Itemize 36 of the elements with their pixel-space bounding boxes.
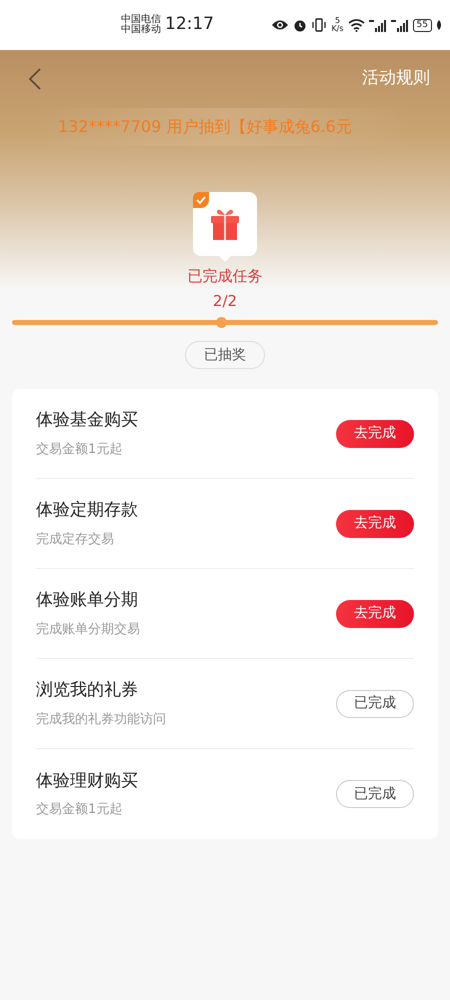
- gift-icon: [209, 207, 241, 241]
- eye-icon: [271, 19, 290, 31]
- go-complete-button[interactable]: 去完成: [336, 510, 414, 538]
- task-subtitle: 完成账单分期交易: [36, 620, 140, 638]
- check-icon: [196, 196, 206, 204]
- battery-indicator: 55: [412, 18, 432, 32]
- back-icon[interactable]: [28, 68, 42, 90]
- rules-link[interactable]: 活动规则: [362, 66, 430, 92]
- speed-unit: K/s: [331, 25, 344, 33]
- winner-ticker: 132****7709 用户抽到【好事成兔6.6元: [58, 116, 352, 138]
- progress-count: 2/2: [212, 290, 238, 312]
- speed-value: 5: [334, 17, 340, 25]
- carrier-label: 中国移动: [121, 25, 161, 35]
- task-title: 浏览我的礼券: [36, 679, 139, 702]
- alarm-icon: [293, 18, 308, 32]
- signal-icon: [390, 18, 409, 32]
- wifi-icon: [348, 18, 365, 32]
- signal-icon: [368, 18, 387, 32]
- task-subtitle: 完成定存交易: [36, 530, 115, 548]
- progress-label: 已完成任务: [188, 266, 262, 287]
- completed-button[interactable]: 已完成: [336, 690, 414, 718]
- task-title: 体验理财购买: [36, 770, 138, 792]
- carrier-label: 中国电信: [121, 15, 161, 25]
- task-title: 体验基金购买: [36, 409, 138, 432]
- clock-time: 12:17: [165, 13, 214, 36]
- task-subtitle: 交易金额1元起: [36, 801, 124, 819]
- task-title: 体验账单分期: [36, 589, 139, 612]
- task-subtitle: 完成我的礼券功能访问: [36, 710, 166, 728]
- completed-button[interactable]: 已完成: [336, 780, 414, 808]
- vibrate-icon: [311, 18, 328, 32]
- task-title: 体验定期存款: [36, 499, 138, 522]
- drawn-button[interactable]: 已抽奖: [185, 341, 265, 369]
- leaf-icon: [436, 20, 442, 30]
- go-complete-button[interactable]: 去完成: [336, 420, 414, 448]
- task-subtitle: 交易金额1元起: [36, 440, 124, 458]
- go-complete-button[interactable]: 去完成: [336, 600, 414, 628]
